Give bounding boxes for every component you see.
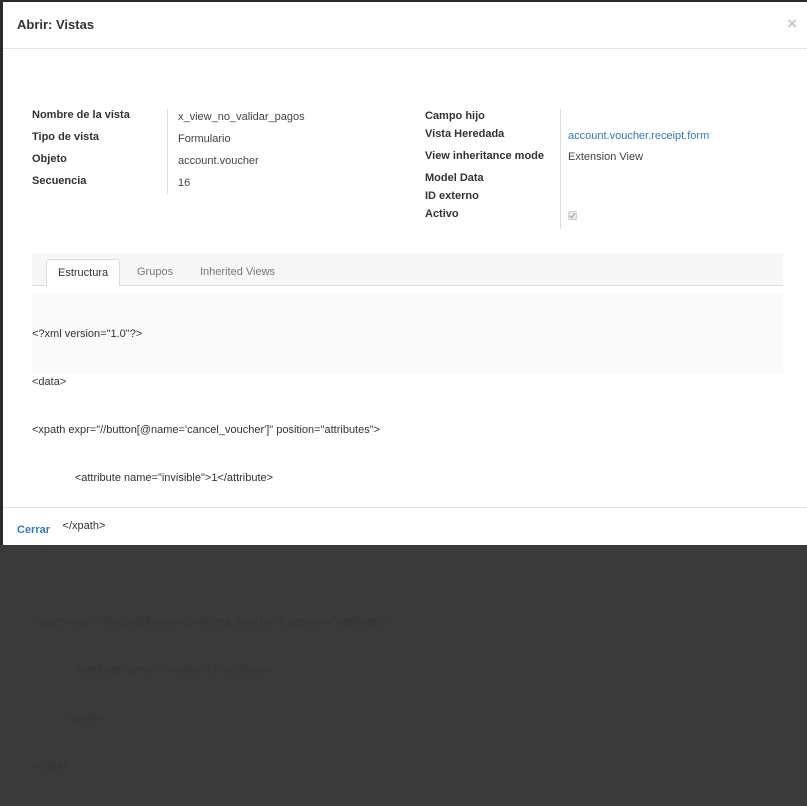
field-label: Model Data [425, 172, 484, 184]
field-separator [167, 109, 168, 194]
close-icon[interactable]: × [787, 14, 797, 34]
code-line: <?xml version="1.0"?> [32, 328, 143, 340]
field-label: Activo [425, 208, 459, 220]
tab-bar: Estructura Grupos Inherited Views [32, 253, 783, 287]
field-label: Vista Heredada [425, 128, 505, 140]
code-line: <xpath expr="//button[@name='cancel_vouc… [32, 424, 381, 436]
field-value[interactable]: account.voucher [178, 155, 259, 167]
code-line: <attribute name="invisible">1</attribute… [32, 472, 274, 484]
field-label: Tipo de vista [32, 131, 100, 143]
field-label: View inheritance mode [425, 150, 545, 162]
active-checkbox[interactable] [568, 211, 577, 220]
field-separator [560, 109, 561, 229]
inherited-view-link[interactable]: account.voucher.receipt.form [568, 130, 709, 142]
field-value[interactable]: 16 [178, 177, 190, 189]
tab-inherited-views[interactable]: Inherited Views [189, 259, 286, 286]
tab-groups[interactable]: Grupos [126, 259, 184, 286]
code-line: <attribute name="invisible">1</attribute… [32, 664, 274, 676]
field-value[interactable]: Extension View [568, 151, 643, 163]
code-line: </data> [32, 760, 70, 772]
open-views-dialog: Abrir: Vistas × Nombre de la vista x_vie… [3, 2, 807, 772]
field-label: Campo hijo [425, 110, 485, 122]
field-value[interactable]: x_view_no_validar_pagos [178, 111, 305, 123]
field-label: Objeto [32, 153, 67, 165]
field-label: ID externo [425, 190, 479, 202]
code-line: </xpath> [32, 712, 106, 724]
arch-code-editor[interactable]: <?xml version="1.0"?> <data> <xpath expr… [32, 294, 783, 806]
field-value[interactable]: Formulario [178, 133, 231, 145]
dialog-footer: Cerrar [3, 507, 807, 545]
code-line: <data> [32, 376, 67, 388]
code-line: <xpath expr="//button[@name='proforma_vo… [32, 616, 393, 628]
field-label: Secuencia [32, 175, 87, 187]
close-button[interactable]: Cerrar [17, 524, 50, 536]
dialog-title: Abrir: Vistas [17, 17, 95, 32]
field-label: Nombre de la vista [32, 109, 130, 121]
dialog-header: Abrir: Vistas × [3, 2, 807, 49]
tab-structure[interactable]: Estructura [46, 259, 121, 287]
